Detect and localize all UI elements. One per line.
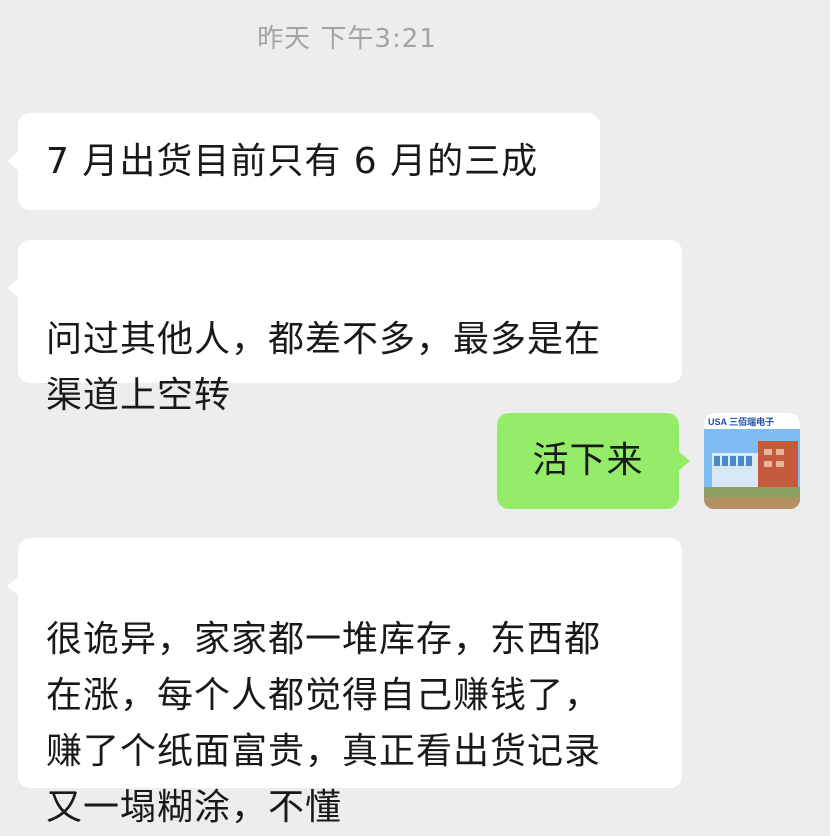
- incoming-message-bubble[interactable]: 很诡异，家家都一堆库存，东西都 在涨，每个人都觉得自己赚钱了， 赚了个纸面富贵，…: [7, 538, 682, 828]
- message-text: 问过其他人，都差不多，最多是在 渠道上空转: [46, 319, 602, 416]
- message-text: 很诡异，家家都一堆库存，东西都 在涨，每个人都觉得自己赚钱了， 赚了个纸面富贵，…: [46, 619, 602, 828]
- company-building-avatar-icon: USA 三佰瑞电子: [704, 413, 800, 509]
- message-text: 7 月出货目前只有 6 月的三成: [46, 141, 539, 182]
- outgoing-message-bubble[interactable]: 活下来: [497, 413, 690, 509]
- message-timestamp: 昨天 下午3:21: [257, 24, 437, 54]
- message-text: 活下来: [532, 440, 644, 481]
- sender-avatar[interactable]: USA 三佰瑞电子: [704, 413, 800, 509]
- avatar-logo-text: USA 三佰瑞电子: [708, 416, 774, 427]
- incoming-message-bubble[interactable]: 7 月出货目前只有 6 月的三成: [7, 113, 600, 210]
- incoming-message-bubble[interactable]: 问过其他人，都差不多，最多是在 渠道上空转: [7, 240, 682, 416]
